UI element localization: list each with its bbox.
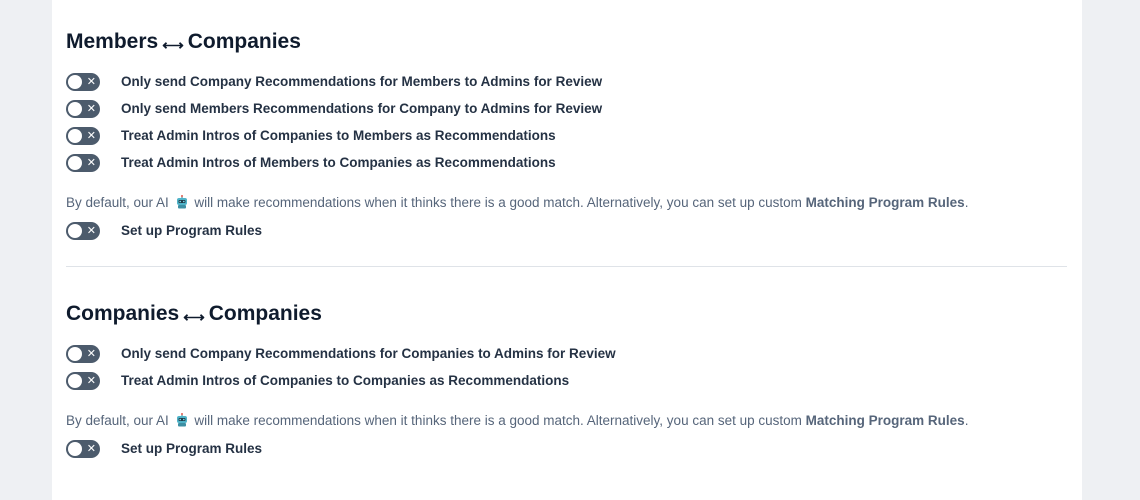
toggle-knob — [68, 101, 82, 116]
toggle-row: ✕ Only send Company Recommendations for … — [66, 340, 1067, 367]
ai-info-text: By default, our AI will make recommendat… — [66, 411, 1067, 431]
toggle-label: Treat Admin Intros of Companies to Membe… — [121, 128, 556, 143]
toggle-knob — [68, 346, 82, 361]
toggle-row: ✕ Treat Admin Intros of Companies to Com… — [66, 367, 1067, 394]
ai-info-text: By default, our AI will make recommendat… — [66, 193, 1067, 213]
toggle-knob — [68, 441, 82, 456]
toggle-row: ✕ Only send Company Recommendations for … — [66, 68, 1067, 95]
section-title-left: Companies — [66, 302, 180, 325]
info-middle: will make recommendations when it thinks… — [194, 413, 802, 428]
info-prefix: By default, our AI — [66, 413, 169, 428]
section-title-right: Companies — [187, 30, 301, 53]
info-prefix: By default, our AI — [66, 195, 169, 210]
section-title-left: Members — [66, 30, 159, 53]
toggle-row: ✕ Only send Members Recommendations for … — [66, 95, 1067, 122]
info-suffix: . — [964, 413, 969, 428]
program-rules-label: Set up Program Rules — [121, 441, 263, 456]
x-icon: ✕ — [86, 101, 96, 115]
section-title: Members ⟷ Companies — [66, 26, 1067, 58]
toggle-knob — [68, 223, 82, 238]
program-rules-label: Set up Program Rules — [121, 223, 263, 238]
toggle-row: ✕ Treat Admin Intros of Members to Compa… — [66, 149, 1067, 176]
toggle-knob — [68, 74, 82, 89]
members-companies-section: Members ⟷ Companies ✕ Only send Company Re… — [66, 26, 1067, 244]
program-rules-row: ✕ Set up Program Rules — [66, 435, 1067, 462]
settings-card: Members ⟷ Companies ✕ Only send Company Re… — [52, 0, 1082, 500]
robot-icon — [176, 413, 187, 427]
toggle-switch[interactable]: ✕ — [66, 99, 100, 118]
matching-program-rules-link[interactable]: Matching Program Rules — [806, 195, 965, 210]
section-title-right: Companies — [208, 302, 322, 325]
toggle-switch[interactable]: ✕ — [66, 371, 100, 390]
toggle-switch[interactable]: ✕ — [66, 153, 100, 172]
x-icon: ✕ — [86, 346, 96, 360]
toggle-label: Only send Members Recommendations for Co… — [121, 101, 603, 116]
program-rules-toggle[interactable]: ✕ — [66, 221, 100, 240]
toggle-label: Treat Admin Intros of Members to Compani… — [121, 155, 556, 170]
toggle-knob — [68, 373, 82, 388]
toggle-label: Only send Company Recommendations for Co… — [121, 346, 616, 361]
section-divider — [66, 266, 1067, 267]
x-icon: ✕ — [86, 441, 96, 455]
toggle-knob — [68, 128, 82, 143]
x-icon: ✕ — [86, 223, 96, 237]
program-rules-row: ✕ Set up Program Rules — [66, 217, 1067, 244]
info-middle: will make recommendations when it thinks… — [194, 195, 802, 210]
x-icon: ✕ — [86, 128, 96, 142]
toggle-knob — [68, 155, 82, 170]
x-icon: ✕ — [86, 155, 96, 169]
matching-program-rules-link[interactable]: Matching Program Rules — [806, 413, 965, 428]
bidirectional-arrow-icon: ⟷ — [183, 309, 205, 326]
program-rules-toggle[interactable]: ✕ — [66, 439, 100, 458]
toggle-switch[interactable]: ✕ — [66, 126, 100, 145]
toggle-list: ✕ Only send Company Recommendations for … — [66, 68, 1067, 176]
toggle-label: Treat Admin Intros of Companies to Compa… — [121, 373, 570, 388]
toggle-switch[interactable]: ✕ — [66, 72, 100, 91]
toggle-label: Only send Company Recommendations for Me… — [121, 74, 603, 89]
toggle-switch[interactable]: ✕ — [66, 344, 100, 363]
section-title: Companies ⟷ Companies — [66, 298, 1067, 330]
toggle-row: ✕ Treat Admin Intros of Companies to Mem… — [66, 122, 1067, 149]
info-suffix: . — [964, 195, 969, 210]
toggle-list: ✕ Only send Company Recommendations for … — [66, 340, 1067, 394]
x-icon: ✕ — [86, 373, 96, 387]
x-icon: ✕ — [86, 74, 96, 88]
bidirectional-arrow-icon: ⟷ — [162, 37, 184, 54]
robot-icon — [176, 195, 187, 209]
companies-companies-section: Companies ⟷ Companies ✕ Only send Company … — [66, 298, 1067, 462]
